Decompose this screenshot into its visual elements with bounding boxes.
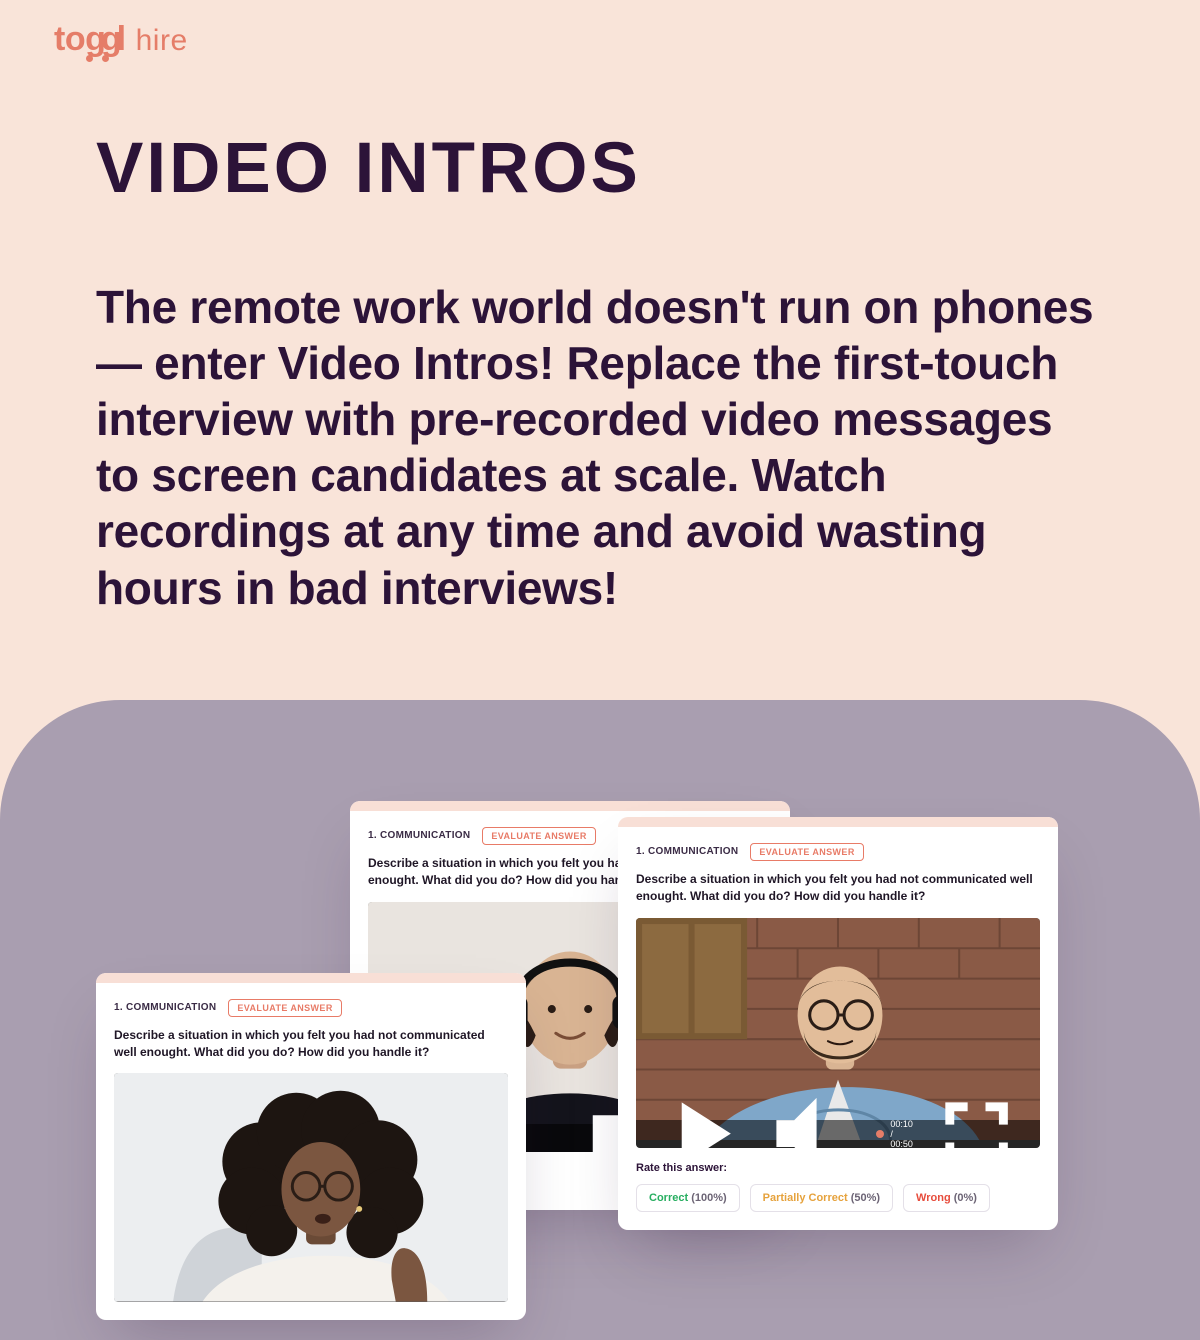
rating-chip-pct: (50%) <box>851 1192 880 1204</box>
rating-chip-partial[interactable]: Partially Correct (50%) <box>750 1184 893 1212</box>
question-text: Describe a situation in which you felt y… <box>636 871 1040 906</box>
evaluate-answer-badge[interactable]: EVALUATE ANSWER <box>228 999 341 1017</box>
question-text: Describe a situation in which you felt y… <box>114 1027 508 1062</box>
fullscreen-icon[interactable] <box>923 1080 1030 1148</box>
card-accent <box>96 973 526 983</box>
volume-icon[interactable] <box>763 1080 870 1148</box>
question-category: 1. COMMUNICATION <box>636 846 738 857</box>
page-title: VIDEO INTROS <box>96 128 1104 209</box>
rating-chips: Correct (100%) Partially Correct (50%) W… <box>636 1184 1040 1212</box>
evaluate-answer-badge[interactable]: EVALUATE ANSWER <box>750 843 863 861</box>
brand-mark: toggl <box>54 22 126 56</box>
candidate-card: 1. COMMUNICATION EVALUATE ANSWER Describ… <box>618 817 1058 1230</box>
video-thumbnail[interactable]: 00:10 / 00:50 <box>636 918 1040 1148</box>
play-icon[interactable] <box>646 1080 753 1148</box>
rating-chip-label: Partially Correct <box>763 1192 848 1204</box>
rating-chip-pct: (100%) <box>691 1192 726 1204</box>
page-subtitle: The remote work world doesn't run on pho… <box>96 279 1096 616</box>
rating-chip-label: Wrong <box>916 1192 951 1204</box>
question-category: 1. COMMUNICATION <box>368 830 470 841</box>
question-category: 1. COMMUNICATION <box>114 1002 216 1013</box>
rating-chip-wrong[interactable]: Wrong (0%) <box>903 1184 990 1212</box>
brand-logo: toggl hire <box>54 22 188 58</box>
card-accent <box>350 801 790 811</box>
card-accent <box>618 817 1058 827</box>
video-controls[interactable]: 00:10 / 00:50 <box>636 1120 1040 1148</box>
candidate-card: 1. COMMUNICATION EVALUATE ANSWER Describ… <box>96 973 526 1320</box>
rate-title: Rate this answer: <box>636 1162 1040 1174</box>
video-time: 00:10 / 00:50 <box>890 1119 913 1148</box>
rating-chip-pct: (0%) <box>954 1192 977 1204</box>
brand-sub: hire <box>136 24 188 58</box>
video-thumbnail[interactable] <box>114 1073 508 1302</box>
evaluate-answer-badge[interactable]: EVALUATE ANSWER <box>482 827 595 845</box>
rating-chip-correct[interactable]: Correct (100%) <box>636 1184 740 1212</box>
hero: VIDEO INTROS The remote work world doesn… <box>96 128 1104 616</box>
rating-chip-label: Correct <box>649 1192 688 1204</box>
